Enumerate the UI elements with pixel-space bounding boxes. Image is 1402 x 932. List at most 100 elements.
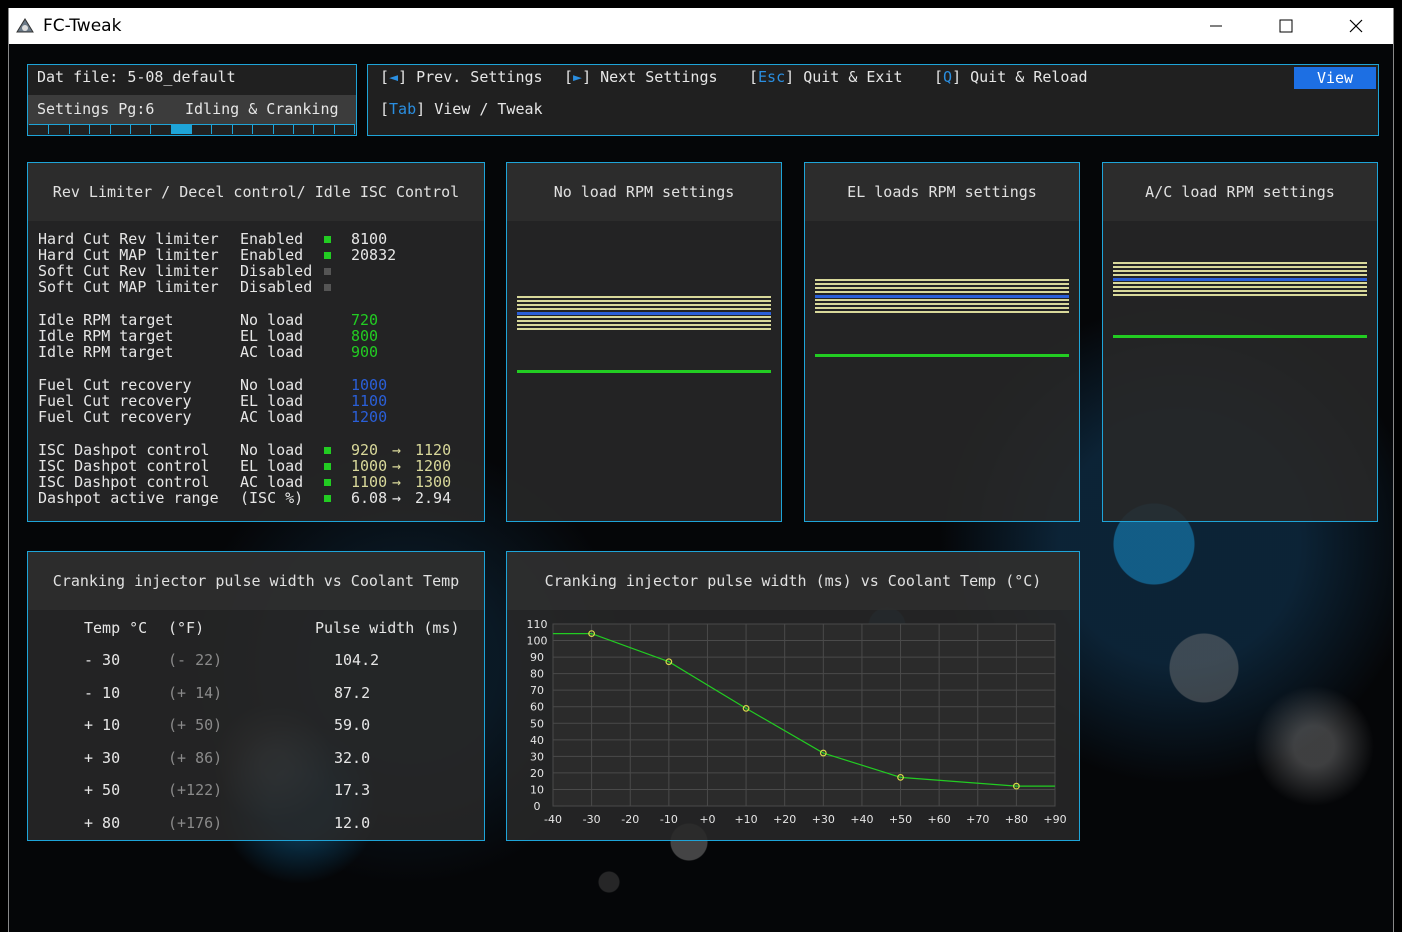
status-dot: [324, 495, 331, 502]
y-tick-label: 30: [530, 750, 544, 763]
y-tick-label: 40: [530, 734, 544, 747]
quit-reload-hint[interactable]: [Q] Quit & Reload: [934, 68, 1088, 86]
dashpot-arrow: →: [392, 457, 402, 475]
rpm-band-line: [815, 283, 1069, 285]
prev-label: Prev. Settings: [416, 68, 543, 86]
rpm-band-line: [815, 311, 1069, 313]
limiter-name: Hard Cut Rev limiter: [38, 230, 219, 248]
dashpot-name: ISC Dashpot control: [38, 473, 210, 491]
ac-load-rpm-header: A/C load RPM settings: [1103, 163, 1377, 221]
temp-c-cell: + 10: [84, 716, 121, 734]
status-dot: [324, 447, 331, 454]
table-row: + 30 (+ 86) 32.0: [28, 749, 484, 771]
prev-settings-hint[interactable]: [◄] Prev. Settings: [380, 68, 543, 86]
rpm-band-line-blue: [1113, 278, 1367, 281]
rpm-band-line: [517, 304, 771, 306]
x-tick-label: +10: [734, 813, 757, 826]
dashpot-from: 920: [351, 441, 379, 459]
y-tick-label: 110: [527, 618, 548, 631]
cranking-chart-panel: Cranking injector pulse width (ms) vs Co…: [506, 551, 1080, 841]
y-tick-label: 80: [530, 668, 544, 681]
dashpot-name: ISC Dashpot control: [38, 441, 210, 459]
temp-c-cell: - 30: [84, 651, 121, 669]
idle-name: Idle RPM target: [38, 343, 174, 361]
plot-area: [552, 623, 1056, 807]
x-tick-label: +80: [1005, 813, 1028, 826]
view-mode-button[interactable]: View: [1294, 67, 1376, 89]
page-indicator-cell: [171, 124, 192, 134]
temp-f-cell: (- 22): [168, 651, 223, 669]
rpm-band-line: [1113, 286, 1367, 288]
temp-c-cell: + 50: [84, 781, 121, 799]
quit-exit-hint[interactable]: [Esc] Quit & Exit: [749, 68, 903, 86]
status-dot: [324, 479, 331, 486]
table-header-row: Temp °C (°F) Pulse width (ms): [28, 619, 484, 641]
idle-name: Idle RPM target: [38, 311, 174, 329]
settings-name: Idling & Cranking: [185, 100, 339, 118]
cranking-chart-header: Cranking injector pulse width (ms) vs Co…: [507, 552, 1079, 610]
ac-load-rpm-panel: A/C load RPM settings: [1102, 162, 1378, 522]
y-tick-label: 90: [530, 651, 544, 664]
temp-f-cell: (+ 14): [168, 683, 223, 702]
limiter-name: Soft Cut MAP limiter: [38, 278, 219, 296]
no-load-rpm-panel: No load RPM settings: [506, 162, 782, 522]
pulse-cell: 104.2: [334, 651, 380, 669]
minimize-button[interactable]: [1182, 8, 1250, 44]
status-dot: [324, 236, 331, 243]
x-tick-label: +30: [812, 813, 835, 826]
rpm-band-line: [815, 299, 1069, 301]
title-bar[interactable]: FC-Tweak: [9, 8, 1393, 44]
limiter-value: 20832: [351, 246, 397, 264]
limiter-name: Soft Cut Rev limiter: [38, 262, 219, 280]
dashpot-to: 2.94: [415, 489, 452, 507]
fuelcut-value: 1200: [351, 408, 388, 426]
rpm-band-line: [1113, 266, 1367, 268]
app-window: FC-Tweak Dat file: 5-08_default Settings…: [8, 8, 1394, 932]
no-load-rpm-header: No load RPM settings: [507, 163, 781, 221]
rpm-band-line: [517, 320, 771, 322]
x-tick-label: -10: [660, 813, 678, 826]
cranking-table-panel: Cranking injector pulse width vs Coolant…: [27, 551, 485, 841]
dashpot-arrow: →: [392, 489, 402, 507]
y-tick-label: 70: [530, 684, 544, 697]
temp-f-header: (°F): [168, 619, 205, 637]
y-tick-label: 20: [530, 767, 544, 780]
y-tick-label: 0: [534, 800, 541, 813]
view-tweak-hint[interactable]: [Tab] View / Tweak: [380, 100, 543, 118]
page-indicator-cell: [273, 124, 294, 134]
dashpot-load: AC load: [240, 473, 304, 491]
status-dot: [324, 252, 331, 259]
cranking-table-header: Cranking injector pulse width vs Coolant…: [28, 552, 484, 610]
page-indicator-cell: [151, 124, 172, 134]
temp-f-cell: (+ 50): [168, 716, 223, 734]
dashpot-to: 1120: [415, 441, 452, 459]
rpm-band-line: [517, 308, 771, 310]
pulse-cell: 12.0: [334, 813, 371, 832]
dashpot-load: EL load: [240, 457, 304, 475]
next-key: ►: [573, 68, 583, 86]
esc-label: Quit & Exit: [803, 68, 903, 86]
next-settings-hint[interactable]: [►] Next Settings: [564, 68, 718, 86]
prev-key: ◄: [389, 68, 399, 86]
page-indicator: [29, 124, 355, 134]
fuelcut-name: Fuel Cut recovery: [38, 376, 192, 394]
maximize-button[interactable]: [1252, 8, 1320, 44]
q-label: Quit & Reload: [970, 68, 1088, 86]
settings-page: Settings Pg:6: [37, 100, 155, 118]
maximize-icon: [1279, 19, 1293, 33]
rpm-band-line: [517, 300, 771, 302]
ac-load-rpm-title: A/C load RPM settings: [1145, 183, 1335, 201]
table-row: - 30 (- 22) 104.2: [28, 651, 484, 673]
y-tick-label: 10: [530, 783, 544, 796]
pulse-header: Pulse width (ms): [315, 619, 460, 637]
cranking-table-title: Cranking injector pulse width vs Coolant…: [52, 572, 460, 590]
rpm-band-line: [1113, 262, 1367, 264]
x-tick-label: +90: [1043, 813, 1066, 826]
close-icon: [1349, 19, 1363, 33]
limiter-state: Enabled: [240, 230, 304, 248]
settings-row: Settings Pg:6 Idling & Cranking: [28, 95, 356, 125]
close-button[interactable]: [1322, 8, 1390, 44]
page-indicator-cell: [212, 124, 233, 134]
rpm-band-line: [517, 316, 771, 318]
dashpot-name: Dashpot active range: [38, 489, 219, 507]
